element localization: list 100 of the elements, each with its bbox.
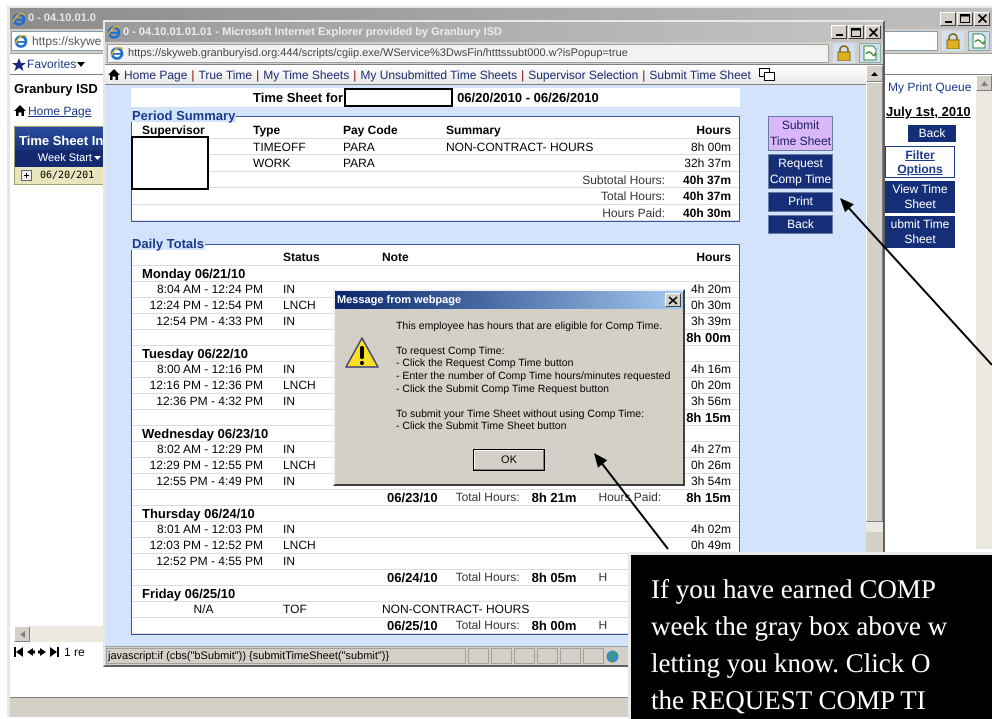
button[interactable]: Filter Options — [885, 146, 955, 178]
table-cell: 0h 20m — [686, 378, 739, 394]
table-cell: 3h 39m — [686, 314, 739, 330]
plus-icon — [21, 170, 32, 180]
minimize-button[interactable] — [940, 12, 956, 26]
up-arrow-icon — [980, 80, 988, 86]
paid-value: 8h 15m — [686, 490, 739, 506]
home-icon — [14, 105, 26, 116]
print-queue-link[interactable]: My Print Queue — [888, 78, 975, 96]
total-label: Hours Paid: — [132, 204, 683, 221]
table-cell: 3h 54m — [686, 474, 739, 490]
total-date: 06/25/10 — [387, 618, 438, 633]
close-button[interactable] — [665, 293, 681, 307]
browser-logo-icon — [14, 34, 28, 48]
last-page-icon — [50, 646, 59, 658]
total-date: 06/24/10 — [387, 570, 438, 585]
table-cell: 12:36 PM - 4:32 PM — [132, 394, 265, 410]
first-page-icon — [14, 646, 23, 658]
next-button[interactable] — [38, 646, 47, 658]
organization-name: Granbury ISD — [14, 80, 99, 98]
date-label: July 1st, 2010 — [886, 103, 972, 121]
table-cell: 8:02 AM - 12:29 PM — [132, 442, 265, 458]
button[interactable]: Submit Time Sheet — [768, 116, 833, 151]
paid-value: 8h 15m — [686, 410, 739, 426]
first-page-button[interactable] — [14, 646, 23, 658]
nav-link[interactable]: True Time — [198, 66, 252, 84]
total-label: Total Hours: — [456, 490, 520, 505]
table-cell: 0h 30m — [686, 298, 739, 314]
maximize-icon — [851, 28, 861, 36]
heading-label: Time Sheet for — [253, 88, 344, 107]
button[interactable]: Back — [768, 214, 833, 234]
callout-text: the REQUEST COMP TI — [651, 684, 927, 717]
separator: | — [353, 66, 356, 84]
nav-link[interactable]: Home Page — [124, 66, 188, 84]
close-button[interactable] — [865, 25, 881, 39]
separator: | — [256, 66, 260, 84]
column-header: Type — [253, 122, 343, 138]
paid-label: H — [598, 618, 608, 633]
previous-button[interactable] — [26, 646, 35, 658]
button[interactable]: View Time Sheet — [885, 180, 955, 212]
table-cell: IN — [265, 522, 382, 538]
nav-link[interactable]: My Time Sheets — [263, 66, 350, 84]
favorites-button[interactable]: Favorites — [10, 55, 88, 73]
nav-link[interactable]: My Unsubmitted Time Sheets — [360, 66, 518, 84]
message-line: - Click the Submit Comp Time Request button — [396, 382, 610, 396]
maximize-button[interactable] — [848, 25, 864, 39]
section-legend: Daily Totals — [131, 238, 206, 250]
caret-icon — [77, 62, 86, 66]
up-arrow-icon — [871, 72, 878, 76]
address-field[interactable]: https://skyweb.granburyisd.org:444/scripts/cgiip.exe/WService%3DwsFin/htttssubt000.w?isPopup=true — [107, 44, 829, 62]
total-value: 8h 05m — [532, 570, 576, 585]
scrollbar[interactable] — [14, 626, 106, 642]
table-cell: 8:04 AM - 12:24 PM — [132, 282, 265, 298]
close-button[interactable] — [974, 12, 990, 26]
paid-value: 8h 00m — [686, 330, 739, 346]
last-page-button[interactable] — [50, 646, 59, 658]
table-cell: 12:16 PM - 12:36 PM — [132, 378, 265, 394]
home-link[interactable]: Home Page — [14, 102, 106, 120]
column-header: Note — [382, 250, 686, 266]
button[interactable]: Request Comp Time — [768, 154, 833, 189]
scrollbar[interactable] — [976, 75, 992, 549]
table-cell: 12:52 PM - 4:55 PM — [132, 554, 265, 570]
table-cell: 4h 16m — [686, 362, 739, 378]
total-value: 8h 21m — [532, 490, 576, 505]
previous-icon — [26, 646, 35, 658]
maximize-button[interactable] — [957, 12, 973, 26]
total-label: Total Hours: — [456, 618, 520, 633]
paid-label: H — [598, 570, 608, 585]
minimize-icon — [944, 20, 952, 22]
total-value: 40h 30m — [682, 204, 739, 221]
window-title: 0 - 04.10.01.0 — [28, 11, 96, 26]
star-icon — [12, 58, 26, 70]
padlock-icon — [946, 33, 960, 49]
table-cell: 32h 37m — [682, 155, 739, 172]
message-line: To request Comp Time: — [396, 344, 506, 358]
section-legend: Period Summary — [131, 110, 236, 122]
table-cell: 12:54 PM - 4:33 PM — [132, 314, 265, 330]
total-date: 06/23/10 — [387, 490, 438, 505]
window-title: 0 - 04.10.01.01.01 - Microsoft Internet Explorer provided by Granbury ISD — [123, 24, 502, 40]
table-cell: 4h 20m — [686, 282, 739, 298]
column-header: Status — [265, 250, 382, 266]
minimize-button[interactable] — [831, 25, 847, 39]
home-icon — [108, 69, 120, 80]
left-arrow-icon — [20, 630, 24, 638]
button[interactable]: Back — [908, 124, 956, 142]
nav-link[interactable]: Supervisor Selection — [528, 66, 638, 84]
globe-icon — [606, 650, 619, 662]
column-header[interactable]: Week Start — [15, 150, 105, 166]
nav-link[interactable]: Submit Time Sheet — [649, 66, 751, 84]
table-cell: 8:01 AM - 12:03 PM — [132, 522, 265, 538]
button[interactable]: ubmit Time Sheet — [885, 216, 955, 248]
table-cell: 4h 27m — [686, 442, 739, 458]
table-cell: LNCH — [265, 538, 382, 554]
column-header: Hours — [682, 122, 739, 138]
ok-button[interactable]: OK — [473, 448, 545, 471]
button[interactable]: Print — [768, 192, 833, 212]
browser-logo-icon — [110, 46, 124, 60]
panel-title: Time Sheet In — [15, 126, 105, 150]
table-cell: 12:29 PM - 12:55 PM — [132, 458, 265, 474]
close-icon — [668, 296, 678, 304]
